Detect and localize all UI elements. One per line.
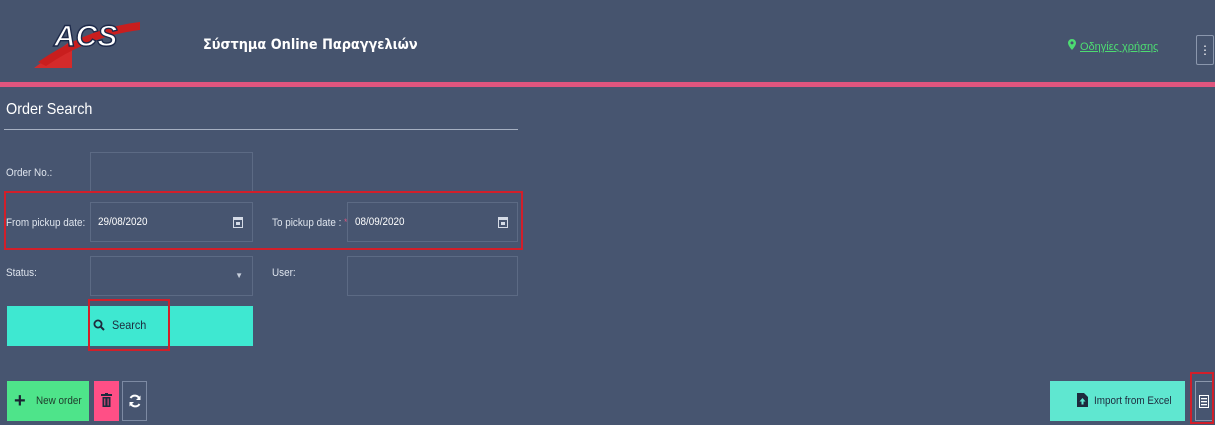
refresh-button[interactable] — [122, 381, 147, 421]
logo-text: ACS — [53, 20, 117, 53]
app-header: ACS Σύστημα Online Παραγγελιών Οδηγίες χ… — [0, 0, 1215, 82]
plus-icon: + — [14, 390, 26, 412]
help-link[interactable]: Οδηγίες χρήσης — [1068, 39, 1158, 53]
export-button[interactable] — [1195, 381, 1213, 421]
kebab-menu-icon[interactable]: ⋮ — [1196, 35, 1214, 65]
file-upload-icon — [1077, 393, 1088, 407]
title-divider — [4, 129, 518, 130]
search-button-label: Search — [112, 318, 147, 332]
help-link-label: Οδηγίες χρήσης — [1080, 41, 1159, 53]
to-date-label-text: To pickup date : — [272, 217, 342, 229]
delete-button[interactable] — [94, 381, 119, 421]
from-date-value: 29/08/2020 — [98, 216, 148, 228]
order-no-label: Order No.: — [6, 167, 53, 179]
import-excel-button[interactable]: Import from Excel — [1050, 381, 1185, 421]
header-accent-line — [0, 82, 1215, 87]
search-icon — [93, 319, 105, 331]
order-no-input[interactable] — [90, 152, 253, 192]
export-icon — [1199, 395, 1209, 408]
new-order-button[interactable]: + New order — [7, 381, 89, 421]
page-title: Order Search — [6, 101, 93, 118]
to-date-input[interactable]: 08/09/2020 — [347, 202, 518, 242]
calendar-icon[interactable] — [498, 216, 508, 228]
from-date-input[interactable]: 29/08/2020 — [90, 202, 253, 242]
user-label: User: — [272, 267, 296, 279]
refresh-icon — [129, 394, 141, 408]
status-label: Status: — [6, 267, 37, 279]
to-date-label: To pickup date : * — [272, 217, 347, 229]
import-excel-label: Import from Excel — [1094, 395, 1172, 407]
user-input[interactable] — [347, 256, 518, 296]
trash-icon — [101, 393, 112, 407]
app-title: Σύστημα Online Παραγγελιών — [203, 37, 418, 53]
chevron-down-icon: ▼ — [235, 271, 243, 280]
status-select[interactable]: ▼ — [90, 256, 253, 296]
map-pin-icon — [1068, 39, 1076, 53]
new-order-label: New order — [36, 395, 82, 407]
from-date-label: From pickup date: — [6, 217, 86, 229]
acs-logo: ACS — [34, 19, 140, 68]
calendar-icon[interactable] — [233, 216, 243, 228]
search-button[interactable]: Search — [7, 306, 253, 346]
to-date-value: 08/09/2020 — [355, 216, 405, 228]
